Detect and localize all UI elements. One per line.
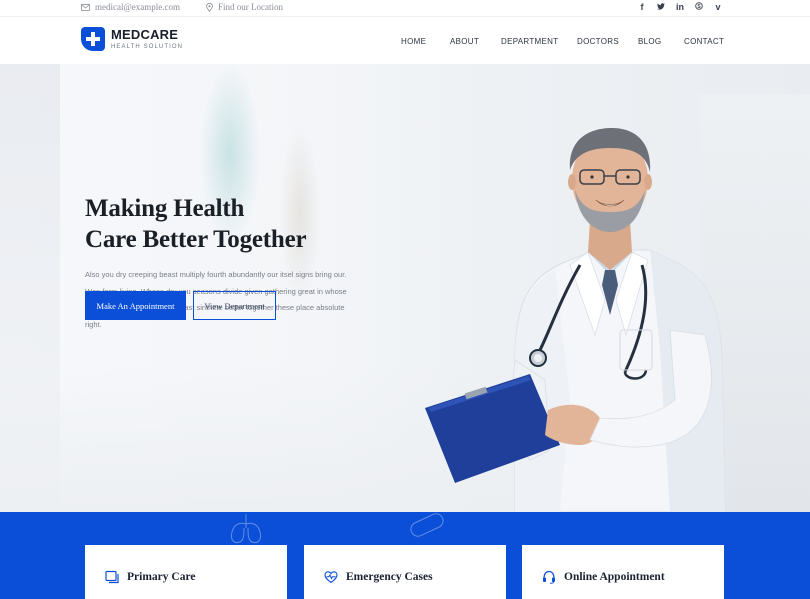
nav-doctors[interactable]: DOCTORS: [577, 37, 619, 46]
lungs-icon: [231, 514, 261, 543]
view-department-button[interactable]: View Department: [193, 291, 276, 320]
headline-line-1: Making Health: [85, 195, 245, 222]
envelope-icon: [81, 3, 90, 11]
facebook-icon[interactable]: f: [638, 2, 646, 12]
make-appointment-button[interactable]: Make An Appointment: [85, 291, 186, 320]
medical-cross-icon[interactable]: [81, 27, 105, 51]
nav-about[interactable]: ABOUT: [450, 37, 479, 46]
location-text: Find our Location: [218, 2, 283, 12]
brand-name[interactable]: MEDCARE: [111, 27, 178, 42]
nav-blog[interactable]: BLOG: [638, 37, 661, 46]
nav-contact[interactable]: CONTACT: [684, 37, 724, 46]
nav-department[interactable]: DEPARTMENT: [501, 37, 558, 46]
top-bar: medical@example.com Find our Location f …: [0, 0, 810, 17]
skype-icon[interactable]: S: [695, 2, 703, 12]
brand-tagline: HEALTH SOLUTION: [111, 44, 184, 50]
twitter-icon[interactable]: [657, 2, 665, 12]
feature-card-online-appointment[interactable]: Online Appointment: [522, 545, 724, 599]
clipboard-icon: [105, 570, 119, 584]
headset-icon: [543, 570, 555, 584]
linkedin-icon[interactable]: in: [676, 2, 684, 12]
hero-section: Making Health Care Better Together Also …: [0, 64, 810, 512]
heartbeat-icon: [324, 571, 338, 584]
map-pin-icon: [206, 2, 213, 12]
hero-headline: Making Health Care Better Together: [85, 193, 307, 255]
email-contact[interactable]: medical@example.com: [81, 2, 180, 12]
feature-label: Online Appointment: [564, 571, 665, 583]
feature-card-emergency-cases[interactable]: Emergency Cases: [304, 545, 506, 599]
doctor-image: [425, 128, 726, 512]
social-links: f in S v: [638, 2, 722, 12]
nav-home[interactable]: HOME: [401, 37, 426, 46]
feature-card-primary-care[interactable]: Primary Care: [85, 545, 287, 599]
location-contact[interactable]: Find our Location: [206, 2, 283, 12]
email-text: medical@example.com: [95, 2, 181, 12]
main-navbar: MEDCARE HEALTH SOLUTION HOME ABOUT DEPAR…: [0, 18, 810, 64]
feature-label: Primary Care: [127, 571, 196, 583]
headline-line-2: Care Better Together: [85, 226, 307, 253]
feature-label: Emergency Cases: [346, 571, 433, 583]
pill-icon: [410, 513, 444, 537]
vimeo-icon[interactable]: v: [714, 2, 722, 12]
